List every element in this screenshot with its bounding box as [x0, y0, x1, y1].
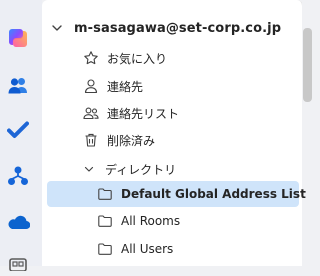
folder-label: Default Global Address List: [121, 187, 306, 201]
folder-label: 連絡先リスト: [107, 106, 180, 121]
folder-label: All Users: [121, 242, 174, 256]
chevron-down-icon[interactable]: [50, 21, 64, 35]
people-icon: [83, 105, 99, 121]
scrollbar-thumb[interactable]: [303, 28, 312, 102]
trash-icon: [83, 132, 99, 148]
folder-icon: [97, 213, 113, 229]
account-header[interactable]: m-sasagawa@set-corp.co.jp: [50, 13, 298, 43]
folder-label: 削除済み: [107, 133, 156, 148]
todo-icon[interactable]: [6, 118, 30, 142]
star-icon: [83, 50, 99, 66]
app-rail: [0, 0, 42, 271]
folder-contact-lists[interactable]: 連絡先リスト: [47, 100, 299, 126]
org-icon[interactable]: [6, 164, 30, 188]
folder-label: All Rooms: [121, 214, 181, 228]
directory-all-rooms[interactable]: All Rooms: [47, 208, 299, 234]
more-app-icon[interactable]: [6, 252, 30, 276]
folder-icon: [97, 241, 113, 257]
directory-default-global-address-list[interactable]: Default Global Address List: [47, 181, 306, 207]
folder-contacts[interactable]: 連絡先: [47, 73, 299, 99]
person-icon: [83, 78, 99, 94]
folder-deleted[interactable]: 削除済み: [47, 127, 299, 153]
copilot-icon[interactable]: [6, 26, 30, 50]
people-app-icon[interactable]: [6, 73, 30, 97]
folder-favorites[interactable]: お気に入り: [47, 45, 299, 71]
folder-label: ディレクトリ: [105, 162, 177, 177]
chevron-down-icon[interactable]: [81, 161, 97, 177]
directory-all-users[interactable]: All Users: [47, 236, 299, 262]
folder-icon: [97, 186, 113, 202]
account-name: m-sasagawa@set-corp.co.jp: [74, 20, 282, 36]
onedrive-icon[interactable]: [6, 210, 30, 234]
folder-label: 連絡先: [107, 79, 144, 94]
folder-label: お気に入り: [107, 51, 168, 66]
folder-directory[interactable]: ディレクトリ: [47, 156, 299, 182]
